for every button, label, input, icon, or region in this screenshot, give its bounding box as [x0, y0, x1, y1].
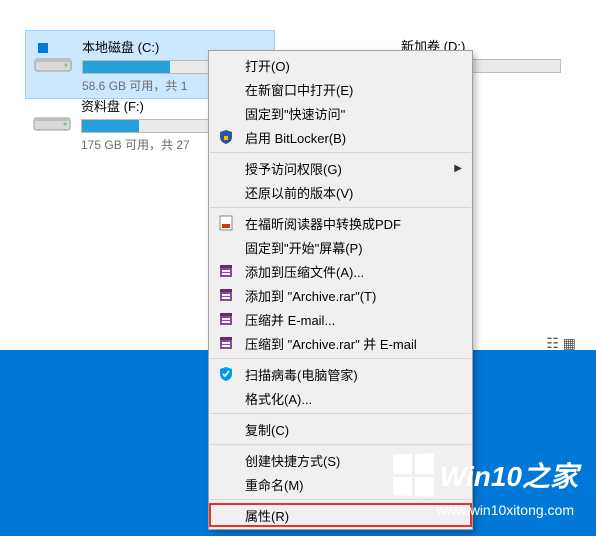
menu-item[interactable]: 格式化(A)... [209, 386, 472, 410]
menu-item-label: 在新窗口中打开(E) [245, 80, 353, 99]
drive-icon [31, 94, 73, 136]
menu-item[interactable]: 添加到 "Archive.rar"(T) [209, 283, 472, 307]
watermark-text: Win10之家 [440, 455, 578, 495]
menu-item-label: 格式化(A)... [245, 389, 312, 408]
rar-icon [217, 262, 235, 280]
menu-item-label: 还原以前的版本(V) [245, 183, 353, 202]
menu-item[interactable]: 压缩并 E-mail... [209, 307, 472, 331]
menu-item[interactable]: 授予访问权限(G) ▶ [209, 156, 472, 180]
menu-item-label: 扫描病毒(电脑管家) [245, 365, 358, 384]
menu-item[interactable]: 压缩到 "Archive.rar" 并 E-mail [209, 331, 472, 355]
menu-item-label: 固定到"开始"屏幕(P) [245, 238, 363, 257]
menu-item[interactable]: 在福昕阅读器中转换成PDF [209, 211, 472, 235]
rar-icon [217, 286, 235, 304]
tiles-view-icon[interactable]: ▦ [563, 335, 576, 352]
view-mode-icons[interactable]: ☷ ▦ [546, 335, 576, 352]
menu-item[interactable]: 启用 BitLocker(B) [209, 125, 472, 149]
pdf-icon [217, 214, 235, 232]
menu-separator [210, 207, 471, 208]
menu-item-label: 添加到压缩文件(A)... [245, 262, 364, 281]
watermark-url: www.win10xitong.com [436, 502, 574, 518]
windows-logo-icon [393, 453, 434, 497]
menu-item-label: 复制(C) [245, 420, 289, 439]
menu-item-label: 添加到 "Archive.rar"(T) [245, 286, 376, 305]
menu-separator [210, 358, 471, 359]
details-view-icon[interactable]: ☷ [546, 335, 559, 352]
menu-item[interactable]: 打开(O) [209, 53, 472, 77]
menu-item[interactable]: 添加到压缩文件(A)... [209, 259, 472, 283]
shield-check-icon [217, 365, 235, 383]
watermark: Win10之家 [392, 454, 578, 496]
rar-icon [217, 310, 235, 328]
menu-item-label: 授予访问权限(G) [245, 159, 342, 178]
menu-item[interactable]: 固定到"快速访问" [209, 101, 472, 125]
menu-item[interactable]: 扫描病毒(电脑管家) [209, 362, 472, 386]
menu-separator [210, 413, 471, 414]
menu-item[interactable]: 还原以前的版本(V) [209, 180, 472, 204]
chevron-right-icon: ▶ [454, 163, 462, 174]
menu-separator [210, 444, 471, 445]
menu-item-label: 打开(O) [245, 56, 290, 75]
rar-icon [217, 334, 235, 352]
menu-item[interactable]: 固定到"开始"屏幕(P) [209, 235, 472, 259]
bitlocker-icon [217, 128, 235, 146]
menu-item-label: 在福昕阅读器中转换成PDF [245, 214, 401, 233]
menu-item-label: 固定到"快速访问" [245, 104, 345, 123]
menu-item-label: 启用 BitLocker(B) [245, 128, 346, 147]
menu-item-label: 压缩到 "Archive.rar" 并 E-mail [245, 334, 417, 353]
menu-item[interactable]: 复制(C) [209, 417, 472, 441]
menu-item-label: 创建快捷方式(S) [245, 451, 340, 470]
menu-item-label: 重命名(M) [245, 475, 304, 494]
drive-icon [32, 35, 74, 77]
menu-separator [210, 152, 471, 153]
menu-separator [210, 499, 471, 500]
menu-item-label: 压缩并 E-mail... [245, 310, 335, 329]
menu-item-label: 属性(R) [245, 506, 289, 525]
menu-item[interactable]: 属性(R) [209, 503, 472, 527]
menu-item[interactable]: 在新窗口中打开(E) [209, 77, 472, 101]
